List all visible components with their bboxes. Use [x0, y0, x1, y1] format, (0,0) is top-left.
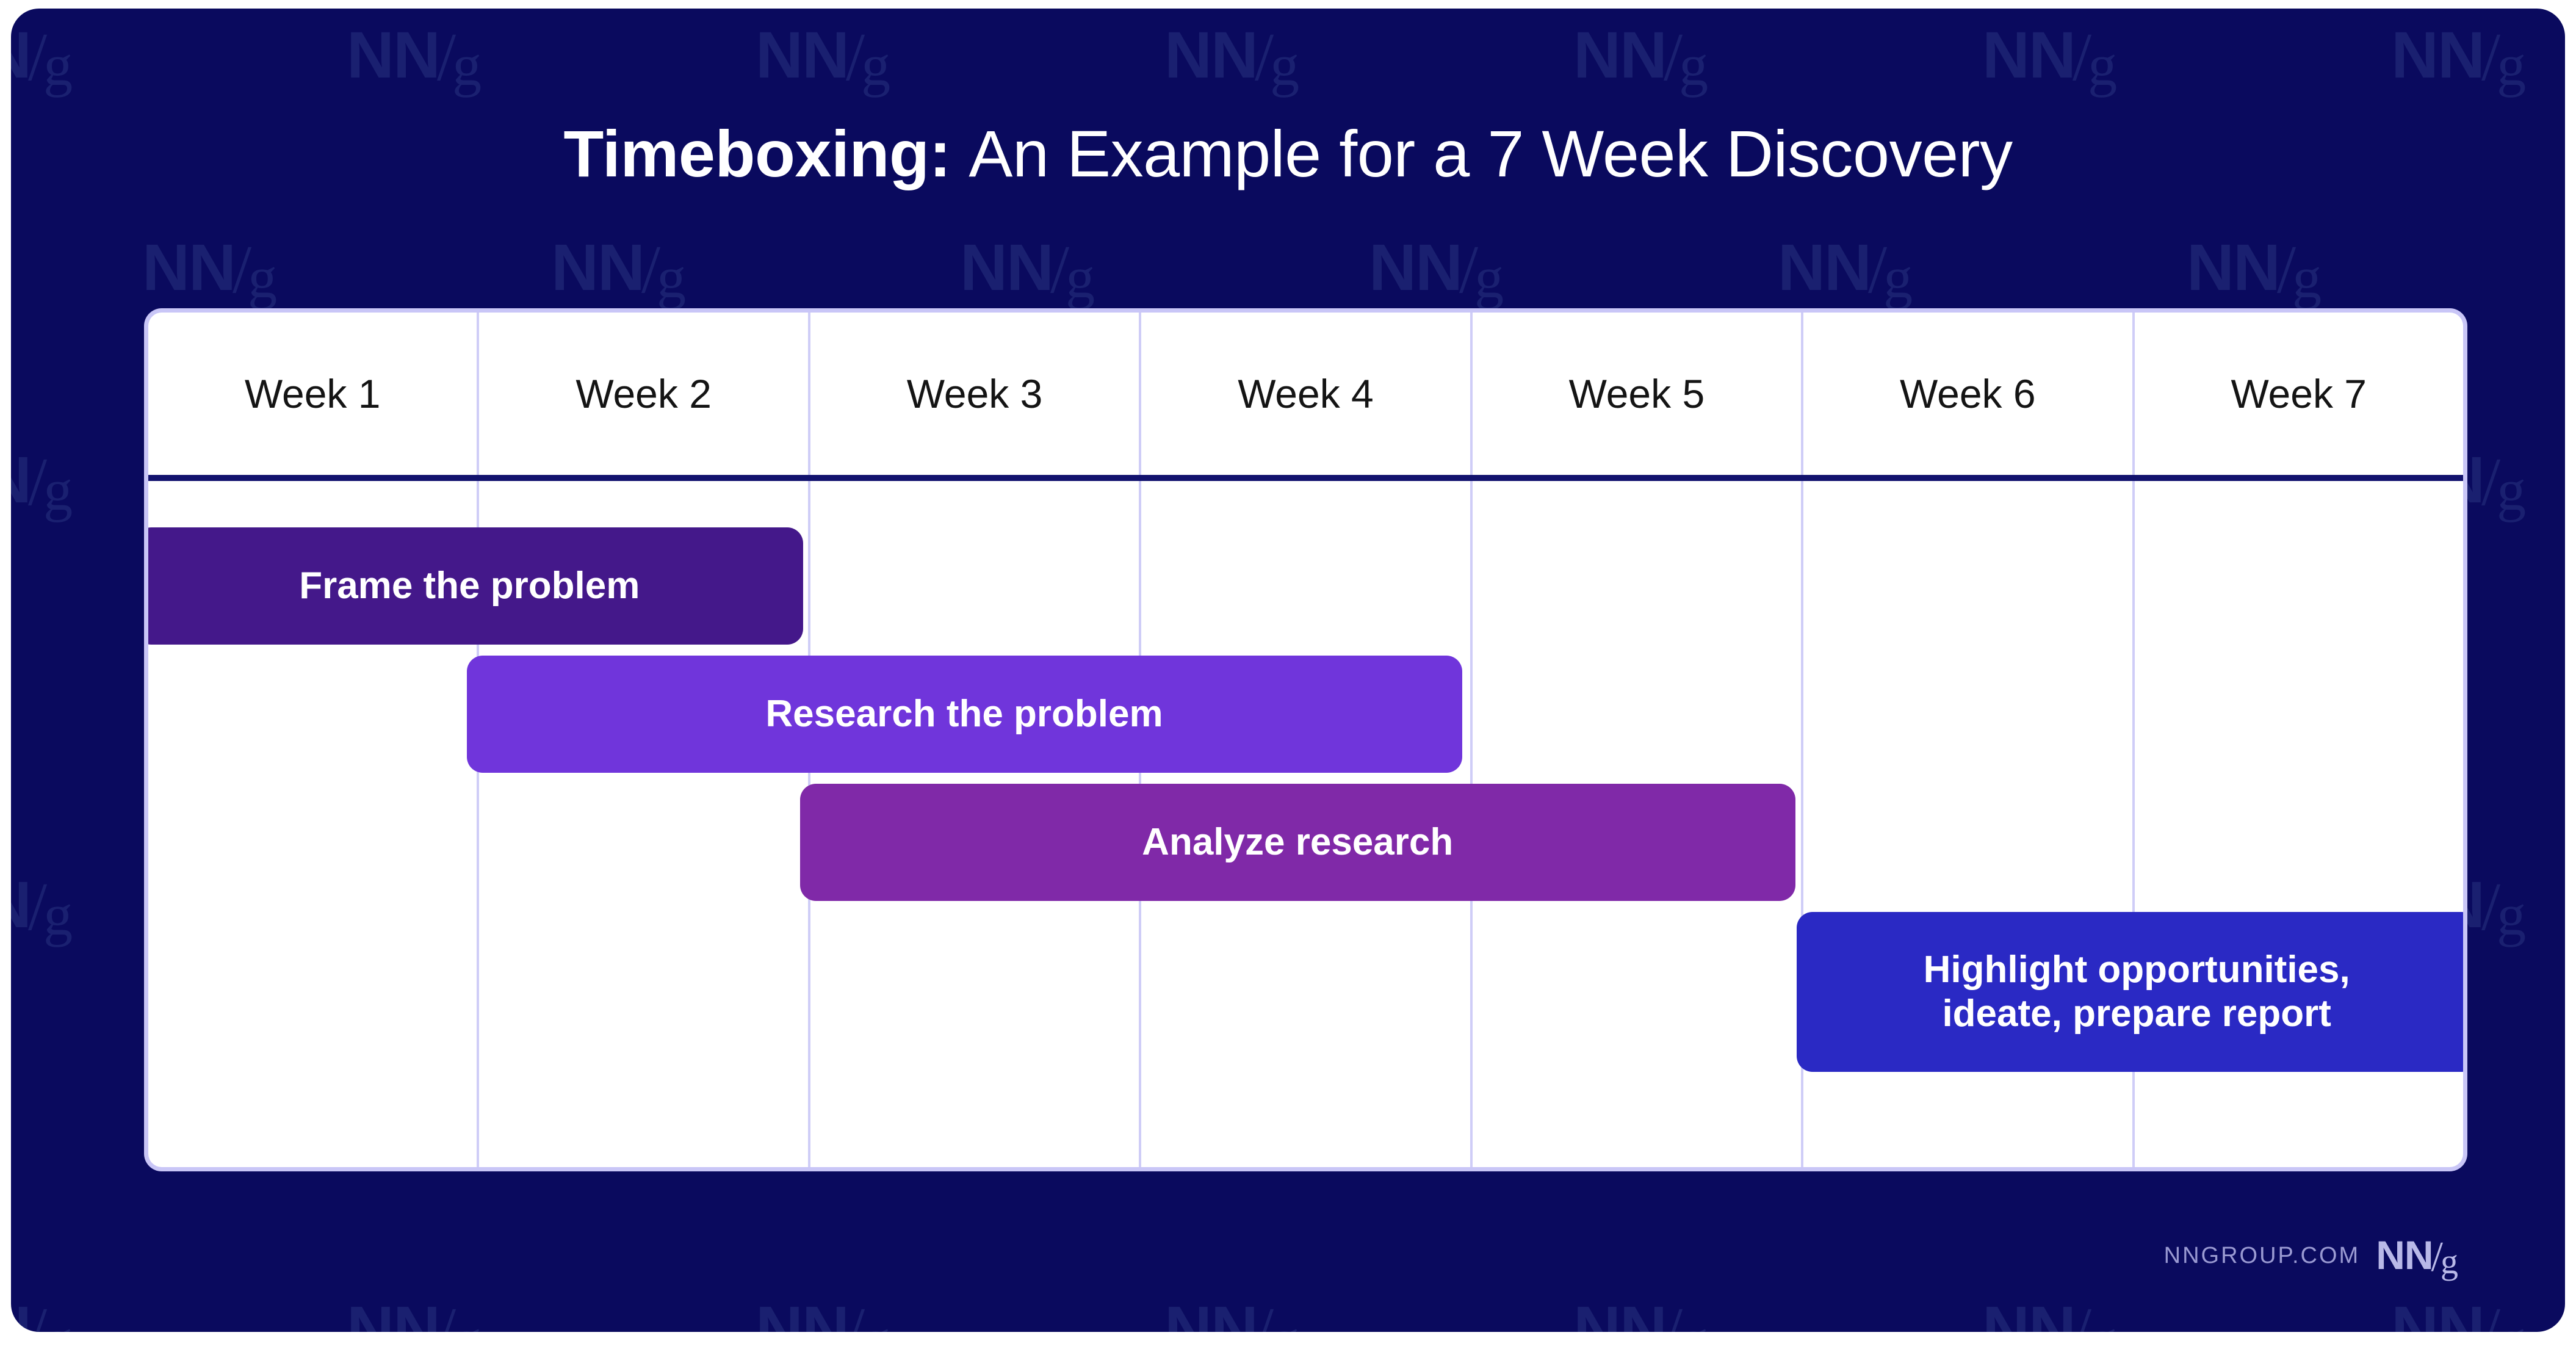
gantt-bar-label: Highlight opportunities, ideate, prepare …: [1923, 949, 2350, 1035]
column-header-week-4: Week 4: [1141, 313, 1473, 475]
watermark-nng: NN/g: [2391, 1292, 2526, 1333]
watermark-nng: NN/g: [1369, 230, 1504, 310]
watermark-nng: NN/g: [1164, 18, 1299, 98]
watermark-nng: NN/g: [2391, 18, 2526, 98]
gantt-bar-label: Frame the problem: [299, 565, 640, 607]
gantt-bar[interactable]: Analyze research: [799, 784, 1795, 901]
watermark-nng: NN/g: [11, 869, 73, 947]
watermark-nng: NN/g: [960, 230, 1095, 310]
column-header-week-7: Week 7: [2231, 371, 2367, 416]
watermark-nng: NN/g: [347, 18, 482, 98]
gantt-bar[interactable]: Highlight opportunities, ideate, prepare …: [1796, 912, 2463, 1072]
column-header-week-2: Week 2: [479, 313, 810, 475]
watermark-nng: NN/g: [1573, 1292, 1708, 1333]
page-title: Timeboxing: An Example for a 7 Week Disc…: [11, 117, 2565, 191]
column-header-week-3: Week 3: [810, 313, 1142, 475]
watermark-nng: NN/g: [11, 1294, 73, 1333]
infographic-card: NN/g NN/g NN/g NN/g NN/g NN/g NN/g NN/g NN/g NN/g…: [11, 9, 2565, 1332]
watermark-nng: NN/g: [1778, 230, 1913, 310]
column-header-week-5: Week 5: [1473, 313, 1804, 475]
gantt-bar[interactable]: Research the problem: [466, 656, 1462, 773]
gantt-bar-label: Analyze research: [1142, 821, 1454, 864]
column-header-week-1: Week 1: [148, 313, 480, 475]
watermark-nng: NN/g: [142, 230, 277, 310]
watermark-nng: NN/g: [2187, 230, 2322, 310]
gantt-body: Frame the problem Research the problem Ana…: [148, 481, 2463, 1167]
watermark-nng: NN/g: [1982, 18, 2117, 98]
gantt-chart-table: Week 1 Week 2 Week 3 Week 4 Week 5 Week …: [148, 313, 2463, 1167]
page-title-rest: An Example for a 7 Week Discovery: [950, 117, 2013, 190]
page-title-strong: Timeboxing:: [563, 117, 951, 190]
footer: NNGROUP.COM NN/g: [2163, 1232, 2458, 1279]
gantt-bar-label: Research the problem: [765, 693, 1163, 736]
gantt-header-row: Week 1 Week 2 Week 3 Week 4 Week 5 Week …: [148, 313, 2463, 481]
nng-logo-nn: NN: [2376, 1232, 2433, 1278]
watermark-nng: NN/g: [11, 20, 73, 98]
watermark-nng: NN/g: [1982, 1292, 2117, 1333]
nng-logo: NN/g: [2376, 1232, 2458, 1279]
watermark-nng: NN/g: [11, 444, 73, 523]
watermark-nng: NN/g: [1573, 18, 1708, 98]
nng-logo-g: g: [2441, 1242, 2458, 1281]
gantt-bars: Frame the problem Research the problem Ana…: [148, 481, 2463, 1167]
gantt-bar[interactable]: Frame the problem: [148, 527, 804, 645]
watermark-nng: NN/g: [551, 230, 686, 310]
watermark-nng: NN/g: [347, 1292, 482, 1333]
watermark-nng: NN/g: [1164, 1292, 1299, 1333]
column-header-week-6: Week 6: [1803, 313, 2135, 475]
footer-url: NNGROUP.COM: [2163, 1242, 2361, 1268]
watermark-nng: NN/g: [756, 1292, 890, 1333]
watermark-nng: NN/g: [756, 18, 890, 98]
